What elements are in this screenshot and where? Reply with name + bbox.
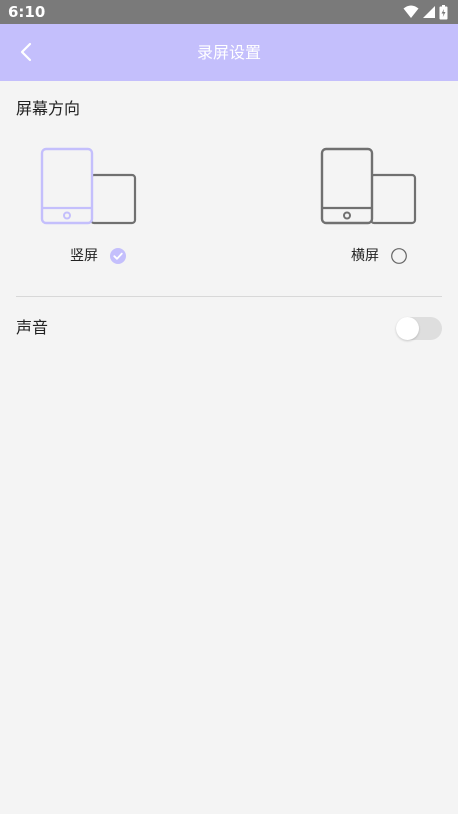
orientation-label-row: 横屏 [351,246,458,266]
signal-icon [423,6,435,18]
wifi-icon [403,5,419,18]
landscape-device-icon [320,147,417,225]
status-time: 6:10 [8,3,46,21]
status-icons [403,3,448,21]
radio-unchecked-icon[interactable] [391,248,407,264]
portrait-device-icon [40,147,137,225]
page-title: 录屏设置 [196,43,261,62]
orientation-label-portrait: 竖屏 [70,248,98,264]
orientation-label-row: 竖屏 [70,246,180,266]
toggle-thumb [396,317,419,340]
app-bar: 录屏设置 [0,24,458,81]
orientation-label-landscape: 横屏 [351,248,379,264]
sound-toggle[interactable] [396,317,442,340]
radio-checked-icon[interactable] [110,248,126,264]
divider [16,296,442,297]
status-bar: 6:10 [0,0,458,24]
orientation-section-title: 屏幕方向 [16,99,81,118]
orientation-option-landscape[interactable]: 横屏 [316,145,446,275]
sound-label: 声音 [16,318,49,337]
battery-icon [439,4,448,19]
orientation-option-portrait[interactable]: 竖屏 [36,145,166,275]
